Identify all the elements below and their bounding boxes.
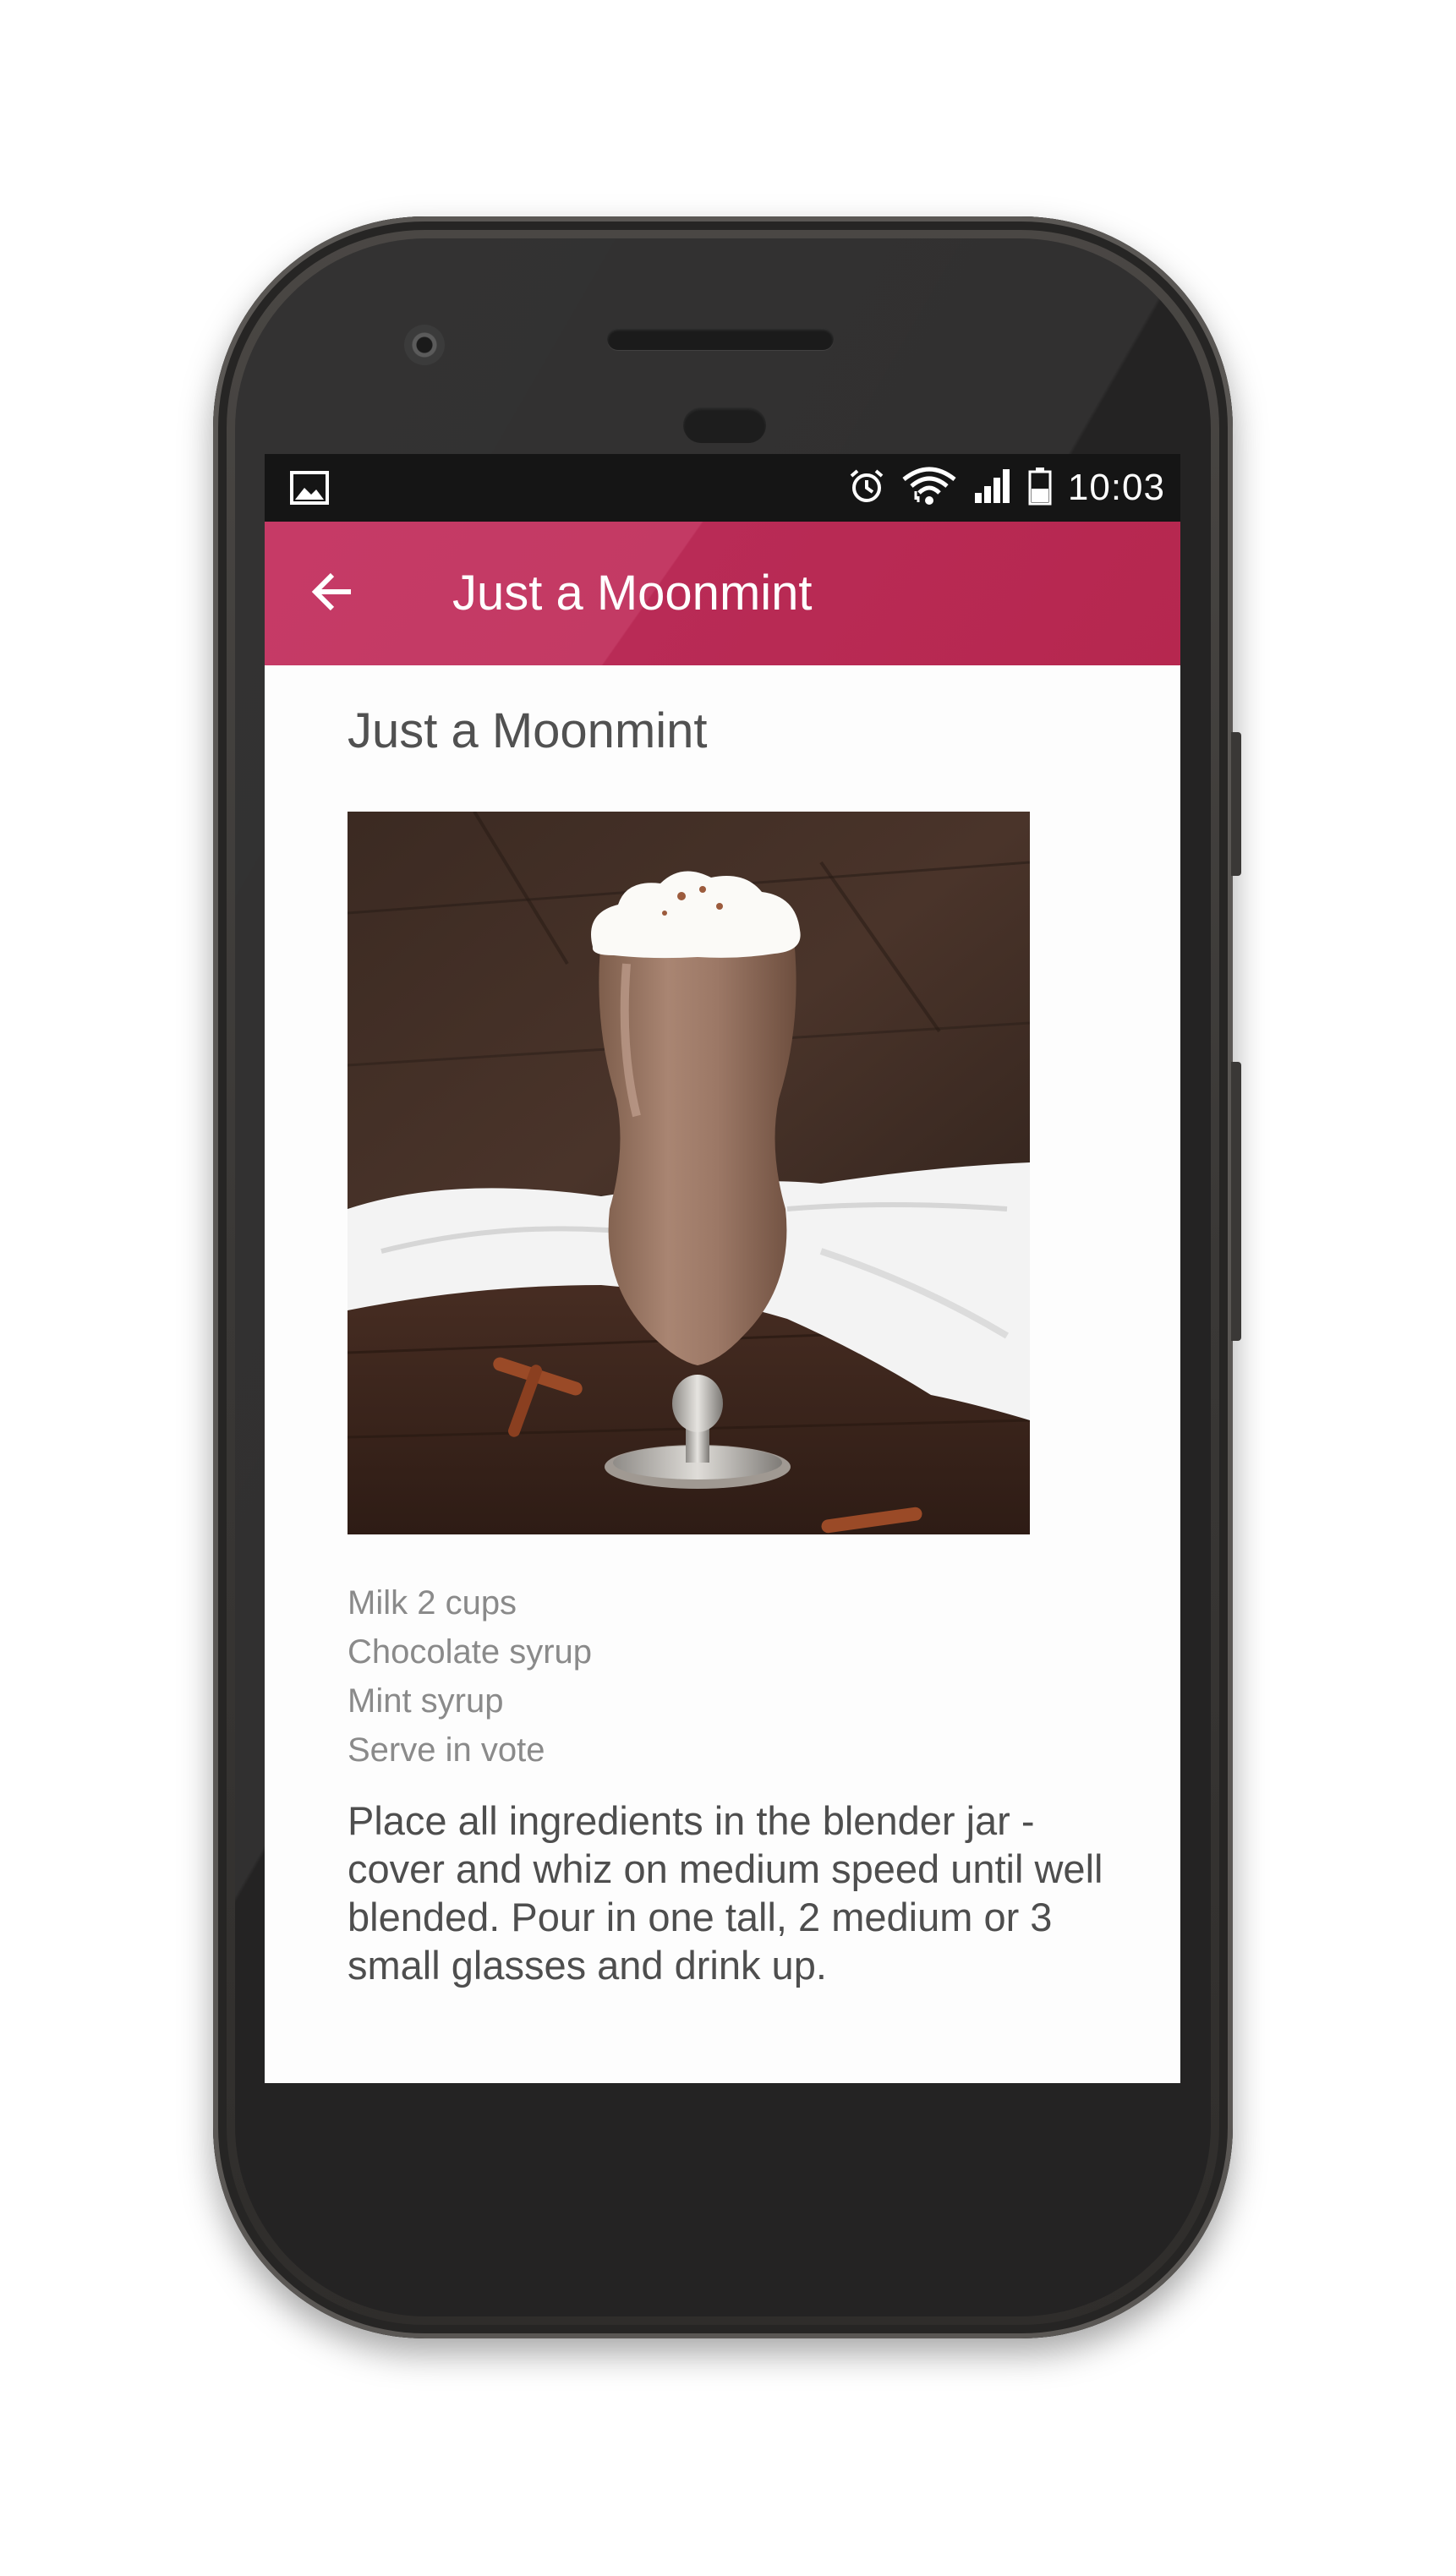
volume-button [1231,1062,1241,1341]
status-time: 10:03 [1067,467,1165,508]
signal-icon [972,466,1012,511]
status-bar: 10:03 [265,454,1180,522]
ingredients-list: Milk 2 cups Chocolate syrup Mint syrup S… [348,1578,592,1775]
alarm-icon [846,466,887,511]
earpiece-speaker [607,328,834,350]
arrow-left-icon [309,568,356,620]
ingredient-item: Mint syrup [348,1682,504,1720]
app-bar: Just a Moonmint [265,522,1180,665]
app-bar-title: Just a Moonmint [452,566,813,621]
recipe-instructions: Place all ingredients in the blender jar… [348,1798,1103,1988]
ingredient-item: Serve in vote [348,1731,545,1769]
wifi-icon [902,466,956,511]
battery-icon [1027,466,1053,511]
front-camera [404,325,445,365]
proximity-sensor [683,407,766,443]
ingredient-item: Milk 2 cups [348,1584,517,1622]
recipe-title: Just a Moonmint [348,703,708,758]
recipe-content: Just a Moonmint Milk 2 cups Chocolate sy… [265,665,1180,2083]
status-icons: 10:03 [846,454,1165,522]
screen: 10:03 Just a Moonmint Just a Moonmint Mi… [265,454,1180,2083]
ingredient-item: Chocolate syrup [348,1633,593,1671]
back-button[interactable] [298,560,366,627]
page: 10:03 Just a Moonmint Just a Moonmint Mi… [0,0,1456,2576]
power-button [1231,732,1241,876]
image-notification-icon [290,471,329,505]
recipe-photo [348,812,1030,1534]
